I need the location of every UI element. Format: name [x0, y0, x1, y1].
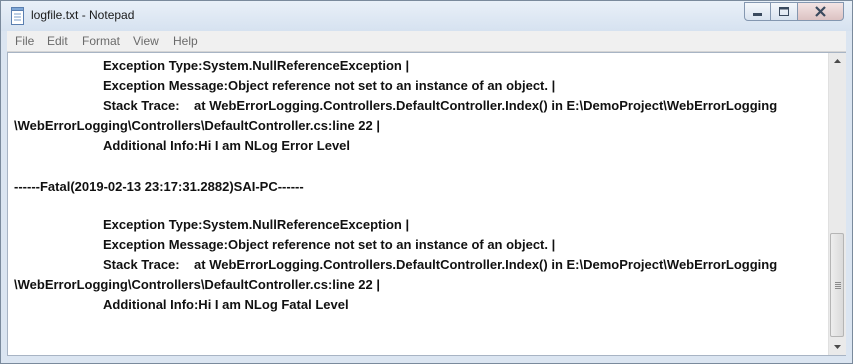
menu-view[interactable]: View — [133, 34, 159, 48]
close-button[interactable] — [797, 2, 844, 21]
grip-line — [835, 286, 841, 287]
scroll-up-arrow-icon — [834, 59, 841, 63]
scroll-down-arrow-icon — [834, 345, 841, 349]
minimize-button[interactable] — [744, 2, 771, 21]
scrollbar-thumb[interactable] — [830, 233, 844, 337]
close-icon — [815, 6, 826, 17]
text-area[interactable]: Exception Type:System.NullReferenceExcep… — [8, 53, 828, 355]
menu-format[interactable]: Format — [82, 34, 120, 48]
notepad-icon — [10, 7, 26, 25]
maximize-button[interactable] — [770, 2, 798, 21]
text-line: Exception Message:Object reference not s… — [103, 78, 556, 93]
text-line: \WebErrorLogging\Controllers\DefaultCont… — [14, 118, 380, 133]
grip-line — [835, 288, 841, 289]
text-line: Additional Info:Hi I am NLog Error Level — [103, 138, 351, 153]
title-bar[interactable]: logfile.txt - Notepad — [1, 1, 852, 31]
scroll-down-button[interactable] — [829, 338, 846, 355]
notepad-window: logfile.txt - Notepad File Edit Format V… — [0, 0, 853, 364]
text-line: Exception Message:Object reference not s… — [103, 237, 556, 252]
text-line: Stack Trace: at WebErrorLogging.Controll… — [103, 257, 778, 272]
menu-help[interactable]: Help — [173, 34, 198, 48]
text-line: Additional Info:Hi I am NLog Fatal Level — [103, 297, 349, 312]
text-line: ------Fatal(2019-02-13 23:17:31.2882)SAI… — [14, 179, 304, 194]
vertical-scrollbar[interactable] — [828, 53, 846, 355]
window-title: logfile.txt - Notepad — [31, 8, 135, 22]
text-line: Exception Type:System.NullReferenceExcep… — [103, 58, 410, 73]
minimize-icon — [753, 13, 762, 16]
editor-pane[interactable]: Exception Type:System.NullReferenceExcep… — [7, 52, 846, 356]
text-line: Exception Type:System.NullReferenceExcep… — [103, 217, 410, 232]
scroll-up-button[interactable] — [829, 53, 846, 70]
text-line: Stack Trace: at WebErrorLogging.Controll… — [103, 98, 778, 113]
grip-line — [835, 284, 841, 285]
menu-edit[interactable]: Edit — [47, 34, 68, 48]
menu-file[interactable]: File — [15, 34, 34, 48]
menu-bar: File Edit Format View Help — [7, 31, 846, 52]
text-line: \WebErrorLogging\Controllers\DefaultCont… — [14, 277, 380, 292]
grip-line — [835, 282, 841, 283]
maximize-icon — [779, 7, 789, 16]
